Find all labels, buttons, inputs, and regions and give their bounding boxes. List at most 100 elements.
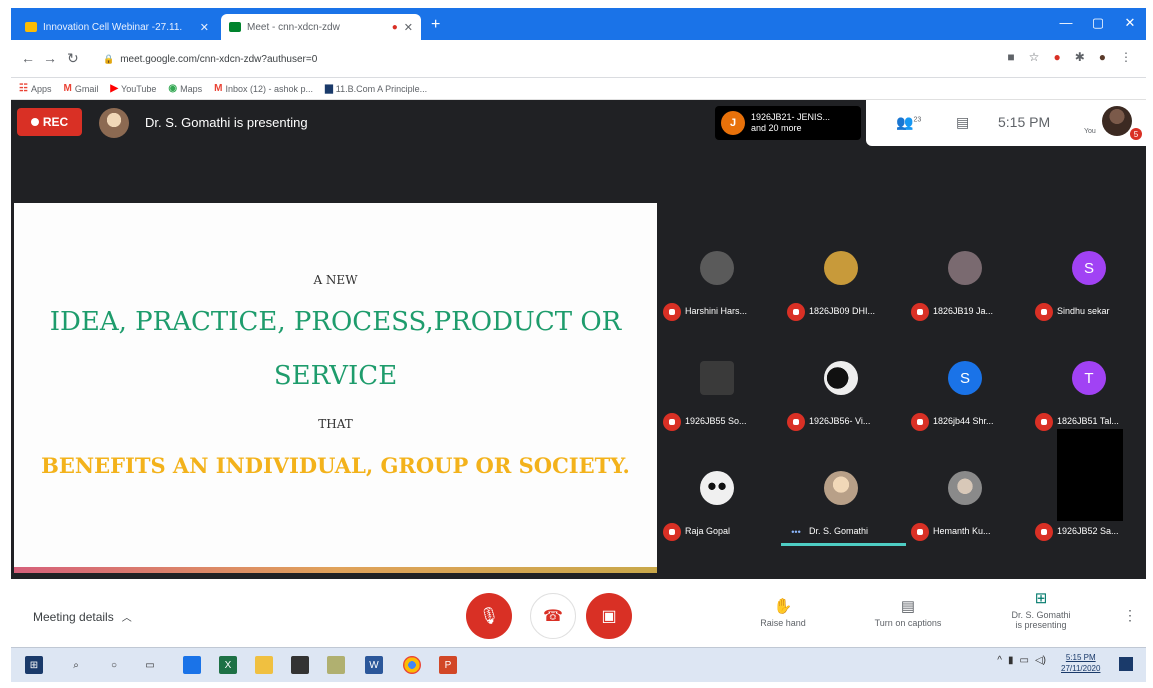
document-icon: ▆ — [325, 83, 333, 94]
mic-off-icon — [1035, 303, 1053, 321]
extension-icon[interactable]: ● — [1053, 50, 1060, 64]
participant-tile[interactable]: 1926JB56- Vi... — [781, 331, 899, 431]
browser-tab-bar: Innovation Cell Webinar -27.11. ✕ Meet -… — [11, 8, 1146, 40]
participant-tile[interactable]: T 1826JB51 Tal... — [1029, 331, 1146, 431]
camera-toggle-button[interactable]: ▣ — [586, 593, 632, 639]
mic-off-icon — [1035, 523, 1053, 541]
meet-top-right-panel: 👥23 ▤ 5:15 PM You 5 — [866, 100, 1146, 146]
slide-decorative-bar — [14, 567, 657, 573]
meeting-clock: 5:15 PM — [998, 114, 1051, 130]
notification-center-icon[interactable] — [1119, 657, 1133, 671]
windows-taskbar: ⊞ ⌕ ○ ▭ X W P ^ ▮ ▭ ◁) 5:15 PM 27/11/202… — [11, 647, 1146, 682]
notification-badge: 5 — [1130, 128, 1142, 140]
participant-name: 1926JB55 So... — [685, 416, 747, 426]
participant-avatar — [948, 251, 982, 285]
bookmark-bcom[interactable]: ▆ 11.B.Com A Principle... — [325, 83, 427, 94]
close-window-icon[interactable]: ✕ — [1115, 15, 1145, 31]
people-icon[interactable]: 👥23 — [896, 114, 921, 131]
minimize-icon[interactable]: — — [1051, 15, 1081, 30]
chevron-up-icon[interactable]: ^ — [997, 655, 1002, 666]
bookmark-youtube[interactable]: ▶ YouTube — [110, 83, 156, 94]
excel-icon[interactable]: X — [219, 656, 237, 674]
new-tab-icon[interactable]: + — [431, 16, 440, 34]
more-options-icon[interactable]: ⋮ — [1123, 607, 1137, 624]
file-explorer-icon[interactable] — [255, 656, 273, 674]
windows-start-icon[interactable]: ⊞ — [25, 656, 43, 674]
system-clock[interactable]: 5:15 PM 27/11/2020 — [1061, 652, 1100, 674]
participant-name: Hemanth Ku... — [933, 526, 991, 536]
close-tab-icon[interactable]: ✕ — [200, 21, 209, 34]
participant-tile[interactable]: Hemanth Ku... — [905, 441, 1023, 541]
recording-dot-icon: ● — [391, 21, 398, 33]
mic-off-icon — [663, 413, 681, 431]
hand-icon: ✋ — [773, 598, 793, 615]
participant-tile[interactable]: 1926JB55 So... — [657, 331, 775, 431]
url-field[interactable]: 🔒 meet.google.com/cnn-xdcn-zdw?authuser=… — [103, 48, 963, 70]
bookmark-gmail[interactable]: M Gmail — [63, 83, 98, 94]
participant-tile[interactable]: 1926JB52 Sa... — [1029, 429, 1146, 541]
menu-kebab-icon[interactable]: ⋮ — [1120, 50, 1132, 64]
self-avatar[interactable] — [1102, 106, 1132, 136]
participants-chip[interactable]: J 1926JB21- JENIS... and 20 more — [715, 106, 861, 140]
recording-badge: REC — [17, 108, 82, 136]
search-icon[interactable]: ⌕ — [67, 656, 85, 674]
hang-up-icon: ☎ — [543, 608, 563, 625]
slide-line-3: SERVICE — [273, 361, 398, 391]
mic-off-icon — [1035, 413, 1053, 431]
raise-hand-button[interactable]: ✋ Raise hand — [753, 597, 813, 628]
participant-name: 1826JB09 DHI... — [809, 306, 876, 316]
camera-off-icon: ▣ — [601, 608, 617, 625]
reload-icon[interactable]: ↻ — [67, 50, 79, 67]
task-view-icon[interactable]: ▭ — [141, 656, 159, 674]
mic-tray-icon[interactable]: ▮ — [1008, 655, 1014, 666]
store-icon[interactable] — [183, 656, 201, 674]
participant-name: Dr. S. Gomathi — [809, 526, 869, 536]
meet-top-bar: REC Dr. S. Gomathi is presenting J 1926J… — [11, 100, 1146, 146]
participant-name: 1926JB56- Vi... — [809, 416, 871, 426]
tab-innovation-webinar[interactable]: Innovation Cell Webinar -27.11. ✕ — [17, 14, 217, 40]
participants-chip-text: 1926JB21- JENIS... and 20 more — [751, 112, 831, 133]
cortana-icon[interactable]: ○ — [105, 656, 123, 674]
leave-call-button[interactable]: ☎ — [530, 593, 576, 639]
participant-tile[interactable]: S 1826jb44 Shr... — [905, 331, 1023, 431]
word-icon[interactable]: W — [365, 656, 383, 674]
close-tab-icon[interactable]: ✕ — [404, 21, 413, 34]
profile-icon[interactable]: ● — [1099, 50, 1106, 64]
tab-title: Meet - cnn-xdcn-zdw — [247, 21, 340, 33]
chat-icon[interactable]: ▤ — [956, 114, 969, 131]
back-icon[interactable]: ← — [21, 50, 35, 66]
maximize-icon[interactable]: ▢ — [1083, 15, 1113, 31]
youtube-icon: ▶ — [110, 83, 119, 94]
bookmark-inbox[interactable]: M Inbox (12) - ashok p... — [214, 83, 313, 94]
bookmark-apps[interactable]: ☷ Apps — [19, 83, 51, 94]
mic-off-icon — [911, 413, 929, 431]
participant-tile[interactable]: 1826JB19 Ja... — [905, 221, 1023, 321]
powerpoint-icon[interactable]: P — [439, 656, 457, 674]
participant-tile[interactable]: Raja Gopal — [657, 441, 775, 541]
participant-name: Raja Gopal — [685, 526, 731, 536]
mic-toggle-button[interactable]: 🎙 — [466, 593, 512, 639]
meeting-details-button[interactable]: Meeting details ︿ — [33, 609, 132, 625]
lock-app-icon[interactable] — [291, 656, 309, 674]
participant-tile[interactable]: Harshini Hars... — [657, 221, 775, 321]
chrome-icon[interactable] — [403, 656, 421, 674]
volume-icon[interactable]: ◁) — [1035, 655, 1046, 666]
network-icon[interactable]: ▭ — [1020, 655, 1029, 666]
participant-name: Sindhu sekar — [1057, 306, 1110, 316]
captions-button[interactable]: ▤ Turn on captions — [856, 597, 960, 628]
camera-icon[interactable]: ■ — [1007, 50, 1014, 64]
presenting-button[interactable]: ⊞ Dr. S. Gomathi is presenting — [996, 589, 1086, 630]
tab-meet[interactable]: Meet - cnn-xdcn-zdw ● ✕ — [221, 14, 421, 40]
forward-icon[interactable]: → — [43, 50, 57, 66]
participant-tile[interactable]: ••• Dr. S. Gomathi — [781, 441, 906, 546]
puzzle-icon[interactable]: ✱ — [1075, 50, 1085, 64]
star-icon[interactable]: ☆ — [1029, 50, 1040, 64]
participant-tile[interactable]: S Sindhu sekar — [1029, 221, 1146, 321]
participant-avatar — [700, 251, 734, 285]
gmail-icon — [25, 22, 37, 32]
participant-avatar — [824, 361, 858, 395]
bookmark-maps[interactable]: ◉ Maps — [168, 83, 202, 94]
mic-off-icon: 🎙 — [478, 608, 500, 625]
app-icon[interactable] — [327, 656, 345, 674]
participant-tile[interactable]: 1826JB09 DHI... — [781, 221, 899, 321]
